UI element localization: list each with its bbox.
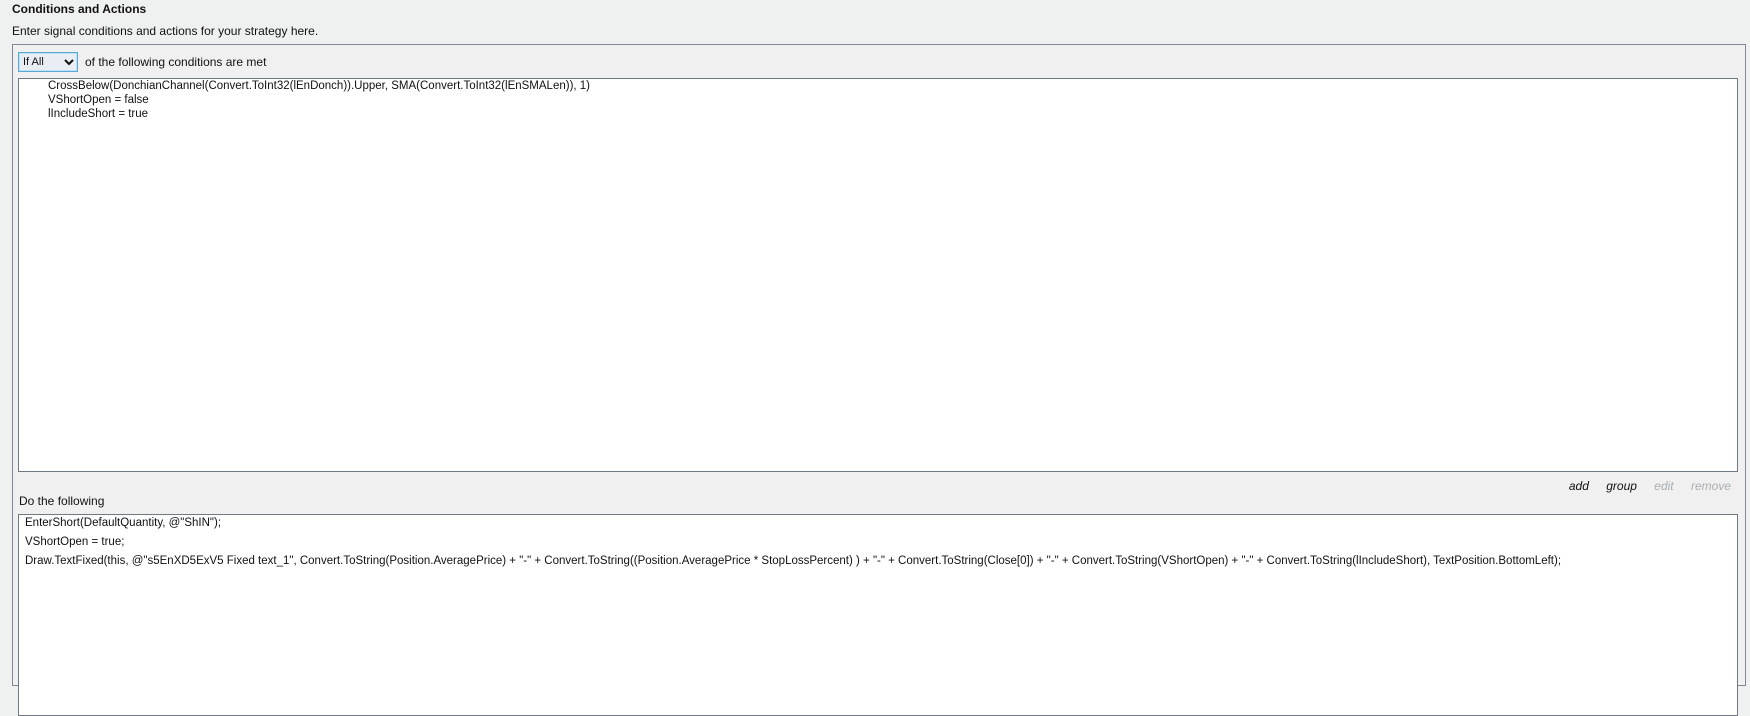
- condition-mode-value: If All: [23, 56, 44, 68]
- condition-actions-links: add group edit remove: [1555, 479, 1731, 493]
- actions-list[interactable]: EnterShort(DefaultQuantity, @"ShIN"); VS…: [18, 514, 1738, 716]
- actions-label: Do the following: [19, 494, 105, 508]
- section-title: Conditions and Actions: [12, 2, 147, 16]
- condition-item[interactable]: VShortOpen = false: [48, 94, 149, 106]
- conditions-suffix-label: of the following conditions are met: [85, 55, 267, 69]
- action-item[interactable]: Draw.TextFixed(this, @"s5EnXD5ExV5 Fixed…: [25, 555, 1561, 567]
- conditions-list[interactable]: CrossBelow(DonchianChannel(Convert.ToInt…: [18, 78, 1738, 472]
- condition-mode-select[interactable]: If All: [18, 52, 78, 72]
- remove-link[interactable]: remove: [1691, 479, 1731, 493]
- section-subtitle: Enter signal conditions and actions for …: [12, 24, 319, 38]
- group-link[interactable]: group: [1606, 479, 1637, 493]
- condition-item[interactable]: lIncludeShort = true: [48, 108, 148, 120]
- condition-item[interactable]: CrossBelow(DonchianChannel(Convert.ToInt…: [48, 80, 590, 92]
- conditions-actions-panel: If All of the following conditions are m…: [12, 44, 1746, 716]
- action-item[interactable]: VShortOpen = true;: [25, 536, 124, 548]
- chevron-down-icon: [64, 59, 74, 66]
- edit-link[interactable]: edit: [1654, 479, 1673, 493]
- add-link[interactable]: add: [1569, 479, 1589, 493]
- action-item[interactable]: EnterShort(DefaultQuantity, @"ShIN");: [25, 517, 221, 529]
